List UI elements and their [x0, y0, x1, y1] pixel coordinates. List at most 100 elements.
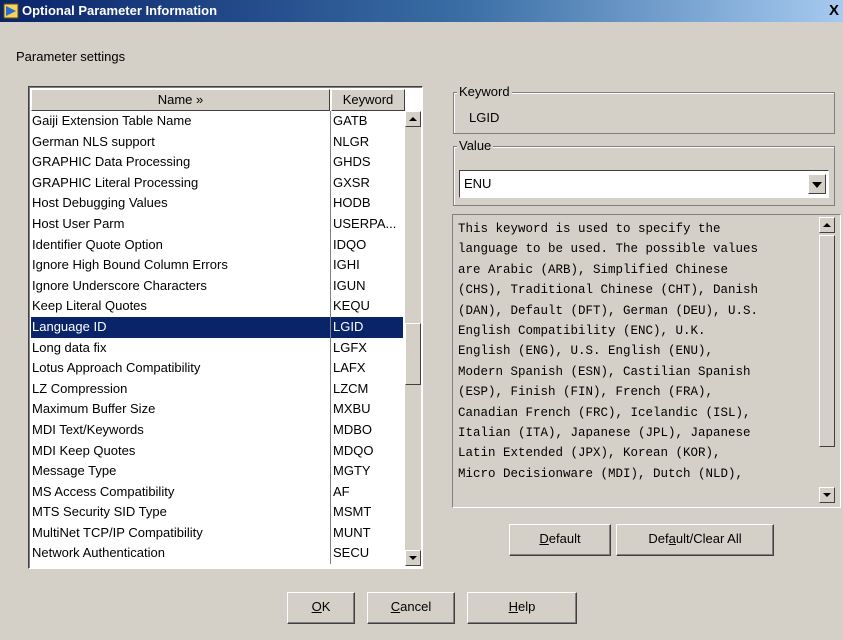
- table-row[interactable]: German NLS support NLGR: [31, 131, 403, 153]
- table-row[interactable]: Identifier Quote Option IDQO: [31, 234, 403, 256]
- column-separator: [330, 255, 331, 276]
- desc-scroll-thumb[interactable]: [819, 235, 835, 447]
- default-button[interactable]: Default: [509, 524, 611, 556]
- value-select[interactable]: ENU: [459, 170, 829, 198]
- column-separator: [330, 440, 331, 462]
- row-keyword-cell: IGHI: [333, 257, 360, 273]
- row-keyword-cell: LGID: [333, 318, 364, 334]
- table-row[interactable]: Maximum Buffer Size MXBU: [31, 399, 403, 420]
- arrow-down-icon: [823, 493, 831, 497]
- table-row[interactable]: MTS Security SID Type MSMT: [31, 502, 403, 523]
- value-group-legend: Value: [457, 138, 494, 153]
- help-mnemonic: H: [508, 599, 519, 614]
- row-name-cell: Identifier Quote Option: [32, 236, 163, 252]
- table-row[interactable]: Lotus Approach Compatibility LAFX: [31, 358, 403, 379]
- table-row[interactable]: Host Debugging Values HODB: [31, 193, 403, 214]
- table-row[interactable]: GRAPHIC Literal Processing GXSR: [31, 172, 403, 194]
- row-name-cell: MDI Text/Keywords: [32, 421, 144, 437]
- description-scrollbar[interactable]: [819, 217, 835, 503]
- help-label-post: elp: [518, 599, 536, 614]
- clear-all-label-pre: Def: [648, 531, 669, 546]
- table-row[interactable]: MultiNet TCP/IP Compatibility MUNT: [31, 522, 403, 544]
- arrow-up-icon: [823, 223, 831, 227]
- column-separator: [330, 296, 331, 317]
- column-separator: [330, 131, 331, 153]
- column-separator: [330, 172, 331, 194]
- description-box[interactable]: This keyword is used to specify the lang…: [452, 214, 841, 508]
- title-bar: Optional Parameter Information X: [0, 0, 843, 22]
- desc-scroll-down-button[interactable]: [819, 487, 835, 503]
- arrow-up-icon: [409, 117, 417, 121]
- close-button[interactable]: X: [825, 2, 843, 20]
- column-separator: [330, 152, 331, 173]
- row-name-cell: German NLS support: [32, 133, 155, 149]
- row-keyword-cell: MXBU: [333, 401, 371, 417]
- ok-label-post: K: [321, 599, 331, 614]
- row-name-cell: Ignore High Bound Column Errors: [32, 257, 228, 273]
- row-keyword-cell: MGTY: [333, 463, 371, 479]
- row-keyword-cell: LAFX: [333, 360, 366, 376]
- table-row[interactable]: Host User Parm USERPA...: [31, 213, 403, 235]
- row-keyword-cell: NLGR: [333, 133, 370, 149]
- row-name-cell: Host User Parm: [32, 215, 125, 231]
- row-name-cell: Host Debugging Values: [32, 195, 168, 211]
- column-header-keyword[interactable]: Keyword: [331, 89, 405, 111]
- column-separator: [330, 234, 331, 256]
- column-separator: [330, 193, 331, 214]
- table-row[interactable]: MS Access Compatibility AF: [31, 481, 403, 503]
- scroll-thumb[interactable]: [405, 323, 421, 385]
- keyword-group-legend: Keyword: [457, 84, 512, 99]
- arrow-down-icon: [409, 556, 417, 560]
- row-name-cell: Gaiji Extension Table Name: [32, 113, 192, 128]
- description-text: This keyword is used to specify the lang…: [458, 222, 759, 481]
- row-name-cell: GRAPHIC Data Processing: [32, 154, 191, 170]
- table-scrollbar[interactable]: [405, 111, 421, 566]
- column-separator: [330, 378, 331, 400]
- row-keyword-cell: MUNT: [333, 524, 371, 540]
- help-button[interactable]: Help: [467, 592, 577, 624]
- table-row[interactable]: GRAPHIC Data Processing GHDS: [31, 152, 403, 173]
- column-separator: [330, 111, 331, 132]
- section-label: Parameter settings: [16, 49, 126, 64]
- chevron-down-icon: [812, 182, 822, 188]
- row-keyword-cell: GXSR: [333, 174, 370, 190]
- column-separator: [330, 358, 331, 379]
- table-row[interactable]: MDI Text/Keywords MDBO: [31, 419, 403, 441]
- table-row[interactable]: MDI Keep Quotes MDQO: [31, 440, 403, 462]
- table-row[interactable]: Ignore Underscore Characters IGUN: [31, 275, 403, 297]
- row-keyword-cell: MDBO: [333, 421, 372, 437]
- table-row[interactable]: Gaiji Extension Table Name GATB: [31, 111, 403, 132]
- parameter-table[interactable]: Name » Keyword Gaiji Extension Table Nam…: [28, 86, 423, 569]
- table-row[interactable]: Network Authentication SECU: [31, 543, 403, 565]
- desc-scroll-up-button[interactable]: [819, 217, 835, 233]
- column-separator: [330, 502, 331, 523]
- ok-button[interactable]: OK: [287, 592, 355, 624]
- row-name-cell: Language ID: [32, 318, 107, 334]
- table-row[interactable]: Language ID LGID: [31, 316, 403, 338]
- table-row[interactable]: Message Type MGTY: [31, 461, 403, 482]
- column-separator: [330, 275, 331, 297]
- row-keyword-cell: HODB: [333, 195, 371, 211]
- value-dropdown-button[interactable]: [808, 174, 826, 194]
- row-name-cell: Network Authentication: [32, 545, 165, 561]
- scroll-down-button[interactable]: [405, 550, 421, 566]
- column-separator: [330, 419, 331, 441]
- column-separator: [330, 481, 331, 503]
- cancel-button[interactable]: Cancel: [367, 592, 455, 624]
- table-row[interactable]: LZ Compression LZCM: [31, 378, 403, 400]
- column-separator: [330, 543, 331, 565]
- row-name-cell: MTS Security SID Type: [32, 504, 167, 520]
- column-separator: [330, 399, 331, 420]
- row-name-cell: Maximum Buffer Size: [32, 401, 156, 417]
- default-clear-all-button[interactable]: Default/Clear All: [616, 524, 774, 556]
- column-separator: [330, 461, 331, 482]
- ok-mnemonic: O: [311, 599, 322, 614]
- scroll-up-button[interactable]: [405, 111, 421, 127]
- column-header-name[interactable]: Name »: [31, 89, 330, 111]
- table-row[interactable]: Long data fix LGFX: [31, 337, 403, 359]
- row-name-cell: LZ Compression: [32, 380, 128, 396]
- table-row[interactable]: Ignore High Bound Column Errors IGHI: [31, 255, 403, 276]
- row-name-cell: Message Type: [32, 463, 117, 479]
- table-row[interactable]: Keep Literal Quotes KEQU: [31, 296, 403, 317]
- column-separator: [330, 522, 331, 544]
